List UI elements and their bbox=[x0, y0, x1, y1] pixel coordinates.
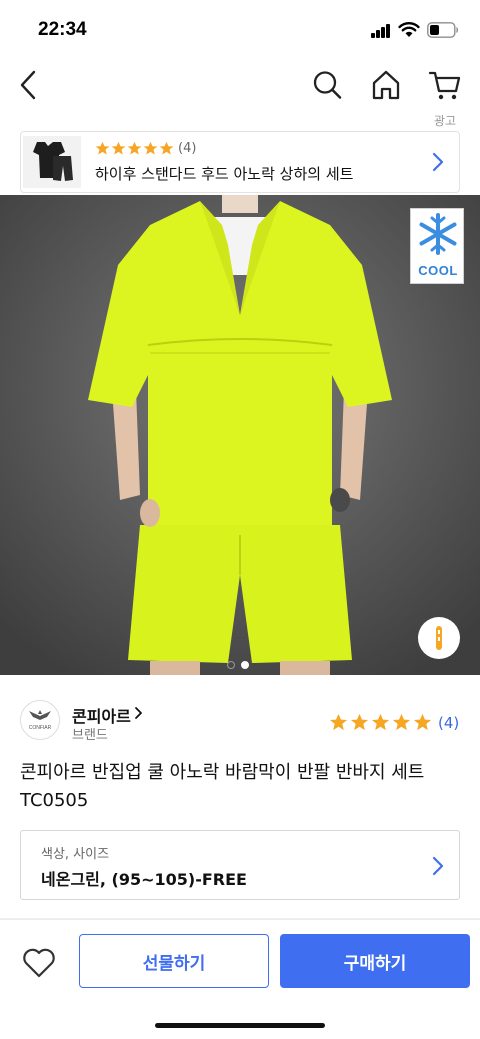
home-indicator bbox=[155, 1023, 325, 1028]
buy-button[interactable]: 구매하기 bbox=[280, 934, 470, 988]
chevron-right-icon bbox=[432, 856, 444, 876]
rating-count: (4) bbox=[438, 713, 460, 732]
chevron-right-icon bbox=[432, 152, 444, 172]
ad-thumbnail bbox=[23, 136, 81, 188]
ad-rating: (4) bbox=[95, 141, 196, 156]
product-rating[interactable]: (4) bbox=[329, 713, 459, 732]
brand-logo-text: CONFIAR bbox=[28, 725, 52, 731]
cellular-signal-icon bbox=[371, 24, 391, 38]
cart-icon[interactable] bbox=[428, 68, 462, 102]
pagination-dot[interactable] bbox=[227, 661, 235, 669]
magnify-icon bbox=[436, 626, 442, 650]
pagination-dot-active[interactable] bbox=[241, 661, 249, 669]
star-icon bbox=[329, 713, 348, 731]
chevron-left-icon[interactable] bbox=[12, 68, 46, 102]
star-icon bbox=[95, 141, 110, 155]
battery-icon bbox=[427, 22, 459, 38]
option-value: 네온그린, (95~105)-FREE bbox=[41, 870, 247, 889]
star-icon bbox=[350, 713, 369, 731]
top-navigation bbox=[0, 58, 480, 110]
star-icon bbox=[371, 713, 390, 731]
brand-eagle-icon bbox=[29, 710, 51, 720]
ad-rating-count: (4) bbox=[178, 141, 197, 156]
ad-banner[interactable]: (4) 하이후 스탠다드 후드 아노락 상하의 세트 bbox=[20, 131, 460, 193]
brand-logo[interactable]: CONFIAR bbox=[20, 700, 60, 740]
snowflake-icon bbox=[419, 213, 457, 255]
star-icon bbox=[413, 713, 432, 731]
brand-sub-label: 브랜드 bbox=[72, 728, 108, 743]
zoom-button[interactable] bbox=[418, 617, 460, 659]
wifi-icon bbox=[398, 22, 420, 37]
star-icon bbox=[392, 713, 411, 731]
star-icon bbox=[159, 141, 174, 155]
search-icon[interactable] bbox=[310, 68, 344, 102]
bottom-action-bar: 선물하기 구매하기 bbox=[0, 919, 480, 1039]
cool-badge: COOL bbox=[410, 208, 464, 284]
image-pagination bbox=[224, 661, 252, 669]
cool-badge-text: COOL bbox=[418, 263, 458, 278]
status-time: 22:34 bbox=[38, 19, 87, 40]
ad-title: 하이후 스탠다드 후드 아노락 상하의 세트 bbox=[95, 165, 354, 183]
star-icon bbox=[143, 141, 158, 155]
ad-label: 광고 bbox=[433, 114, 456, 128]
option-label: 색상, 사이즈 bbox=[41, 847, 110, 862]
star-icon bbox=[127, 141, 142, 155]
home-icon[interactable] bbox=[369, 68, 403, 102]
product-image[interactable] bbox=[0, 195, 480, 675]
product-title: 콘피아르 반집업 쿨 아노락 바람막이 반팔 반바지 세트 TC0505 bbox=[20, 762, 425, 811]
option-selector[interactable]: 색상, 사이즈 네온그린, (95~105)-FREE bbox=[20, 830, 460, 900]
gift-button[interactable]: 선물하기 bbox=[79, 934, 269, 988]
heart-icon[interactable] bbox=[21, 945, 57, 979]
status-bar: 22:34 bbox=[0, 0, 480, 58]
chevron-right-icon bbox=[135, 707, 142, 719]
star-icon bbox=[111, 141, 126, 155]
